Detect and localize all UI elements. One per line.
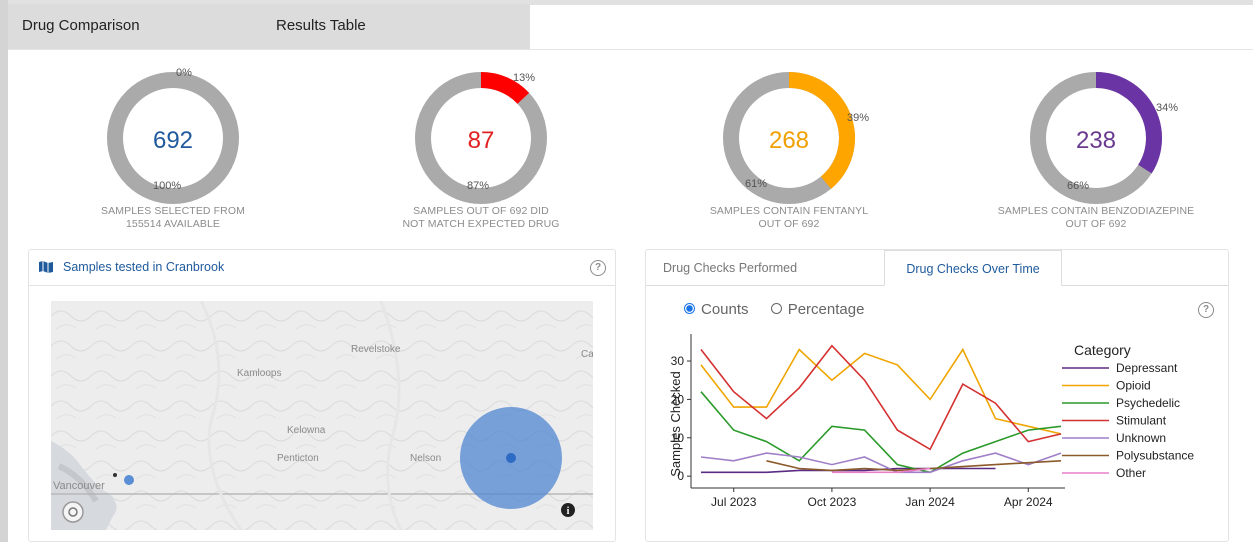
donut-not-matching: 87 13% 87% SAMPLES OUT OF 692 DID NOT MA… — [331, 58, 631, 238]
tab-drug-checks-over-time[interactable]: Drug Checks Over Time — [884, 250, 1062, 286]
legend-label-psychedelic: Psychedelic — [1116, 396, 1180, 410]
sample-marker-vancouver[interactable] — [124, 475, 134, 485]
map-header: Samples tested in Cranbrook ? — [29, 250, 615, 286]
map-label-penticton: Penticton — [277, 453, 319, 464]
donut-caption: SAMPLES SELECTED FROM 155514 AVAILABLE — [23, 205, 323, 231]
x-tick-label: Jul 2023 — [711, 495, 757, 509]
donut-benzodiazepine: 238 34% 66% SAMPLES CONTAIN BENZODIAZEPI… — [946, 58, 1246, 238]
donut-fentanyl: 268 39% 61% SAMPLES CONTAIN FENTANYL OUT… — [639, 58, 939, 238]
donut-bottom-percent: 66% — [1067, 180, 1090, 192]
map-icon — [39, 261, 53, 273]
donut-value: 268 — [768, 127, 810, 154]
radio-counts[interactable] — [684, 302, 695, 314]
map-label-calgary: Ca — [581, 349, 593, 360]
tab-drug-checks-performed[interactable]: Drug Checks Performed — [646, 250, 884, 286]
legend: Depressant Opioid Psychedelic Stimulant Unkn… — [1062, 361, 1194, 480]
map-label-kelowna: Kelowna — [287, 425, 326, 436]
donut-samples-selected: 692 0% 100% SAMPLES SELECTED FROM 155514… — [23, 58, 323, 238]
donut-caption: SAMPLES CONTAIN BENZODIAZEPINE OUT OF 69… — [946, 205, 1246, 231]
caption-line-2: NOT MATCH EXPECTED DRUG — [402, 218, 560, 230]
donut-top-percent: 13% — [513, 72, 536, 84]
map-label-revelstoke: Revelstoke — [351, 344, 401, 355]
donut-top-percent: 0% — [176, 67, 192, 79]
donut-bottom-percent: 100% — [153, 180, 182, 192]
tab-results-table[interactable]: Results Table — [276, 17, 366, 34]
legend-label-stimulant: Stimulant — [1116, 414, 1167, 428]
plot-area: 0102030Jul 2023 Oct 2023 Jan 2024 Apr 2024 — [671, 334, 1065, 509]
legend-label-polysubstance: Polysubstance — [1116, 449, 1194, 463]
caption-line-2: 155514 AVAILABLE — [125, 218, 221, 230]
chart-panel: Drug Checks Performed Drug Checks Over T… — [645, 249, 1229, 542]
x-tick-label: Oct 2023 — [808, 495, 857, 509]
y-axis-label: Samples Checked — [668, 371, 683, 477]
legend-label-opioid: Opioid — [1116, 379, 1151, 393]
radio-counts-label[interactable]: Counts — [701, 301, 749, 318]
top-tabs-bar: Drug Comparison Results Table — [8, 0, 1253, 50]
caption-line-1: SAMPLES SELECTED FROM — [101, 205, 245, 217]
series-line-stimulant — [700, 344, 1062, 451]
map-label-nelson: Nelson — [410, 453, 441, 464]
donut-caption: SAMPLES CONTAIN FENTANYL OUT OF 692 — [639, 205, 939, 231]
x-tick-label: Apr 2024 — [1004, 495, 1053, 509]
info-icon-glyph: i — [567, 506, 570, 517]
radio-percentage-label[interactable]: Percentage — [788, 301, 865, 318]
chart-tabs: Drug Checks Performed Drug Checks Over T… — [646, 250, 1228, 286]
map-logo-icon — [62, 501, 84, 523]
caption-line-1: SAMPLES CONTAIN FENTANYL — [709, 205, 869, 217]
donut-bottom-percent: 61% — [745, 178, 768, 190]
map-title: Samples tested in Cranbrook — [63, 260, 225, 274]
radio-percentage[interactable] — [770, 302, 782, 314]
donut-value: 87 — [467, 127, 495, 154]
help-icon[interactable]: ? — [590, 260, 606, 276]
donut-value: 238 — [1075, 127, 1117, 154]
tab-drug-comparison[interactable]: Drug Comparison — [22, 17, 140, 34]
legend-label-other: Other — [1116, 466, 1146, 480]
map-city-dot — [113, 473, 117, 477]
map-svg: Revelstoke Kamloops Kelowna Penticton Ne… — [51, 301, 593, 530]
left-border — [0, 0, 8, 542]
donut-slice-arc — [1095, 72, 1162, 174]
donut-top-percent: 34% — [1156, 102, 1179, 114]
legend-label-unknown: Unknown — [1116, 431, 1166, 445]
map-label-vancouver: Vancouver — [53, 480, 105, 492]
donut-bottom-percent: 87% — [467, 180, 490, 192]
caption-line-2: OUT OF 692 — [1065, 218, 1127, 230]
map-canvas[interactable]: Revelstoke Kamloops Kelowna Penticton Ne… — [51, 301, 593, 530]
legend-title: Category — [1074, 342, 1131, 358]
app-frame: Drug Comparison Results Table 692 0% 100… — [0, 0, 1253, 542]
map-label-kamloops: Kamloops — [237, 368, 281, 379]
line-chart: 0102030Jul 2023 Oct 2023 Jan 2024 Apr 2024 … — [668, 334, 1194, 509]
series-line-polysubstance — [766, 460, 1062, 472]
caption-line-1: SAMPLES CONTAIN BENZODIAZEPINE — [997, 205, 1195, 217]
display-mode-radios: Counts Percentage — [684, 300, 882, 318]
legend-label-depressant: Depressant — [1116, 361, 1178, 375]
donut-top-percent: 39% — [847, 112, 870, 124]
caption-line-1: SAMPLES OUT OF 692 DID — [413, 205, 549, 217]
help-icon[interactable]: ? — [1198, 302, 1214, 318]
x-tick-label: Jan 2024 — [905, 495, 955, 509]
sample-marker-cranbrook[interactable] — [506, 453, 516, 463]
donut-caption: SAMPLES OUT OF 692 DID NOT MATCH EXPECTE… — [331, 205, 631, 231]
caption-line-2: OUT OF 692 — [758, 218, 820, 230]
series-line-opioid — [700, 347, 1062, 435]
y-tick-label: 30 — [671, 354, 685, 368]
donut-value: 692 — [152, 127, 194, 154]
info-icon[interactable]: i — [561, 503, 575, 517]
map-panel: Samples tested in Cranbrook ? Revelstoke — [28, 249, 616, 542]
